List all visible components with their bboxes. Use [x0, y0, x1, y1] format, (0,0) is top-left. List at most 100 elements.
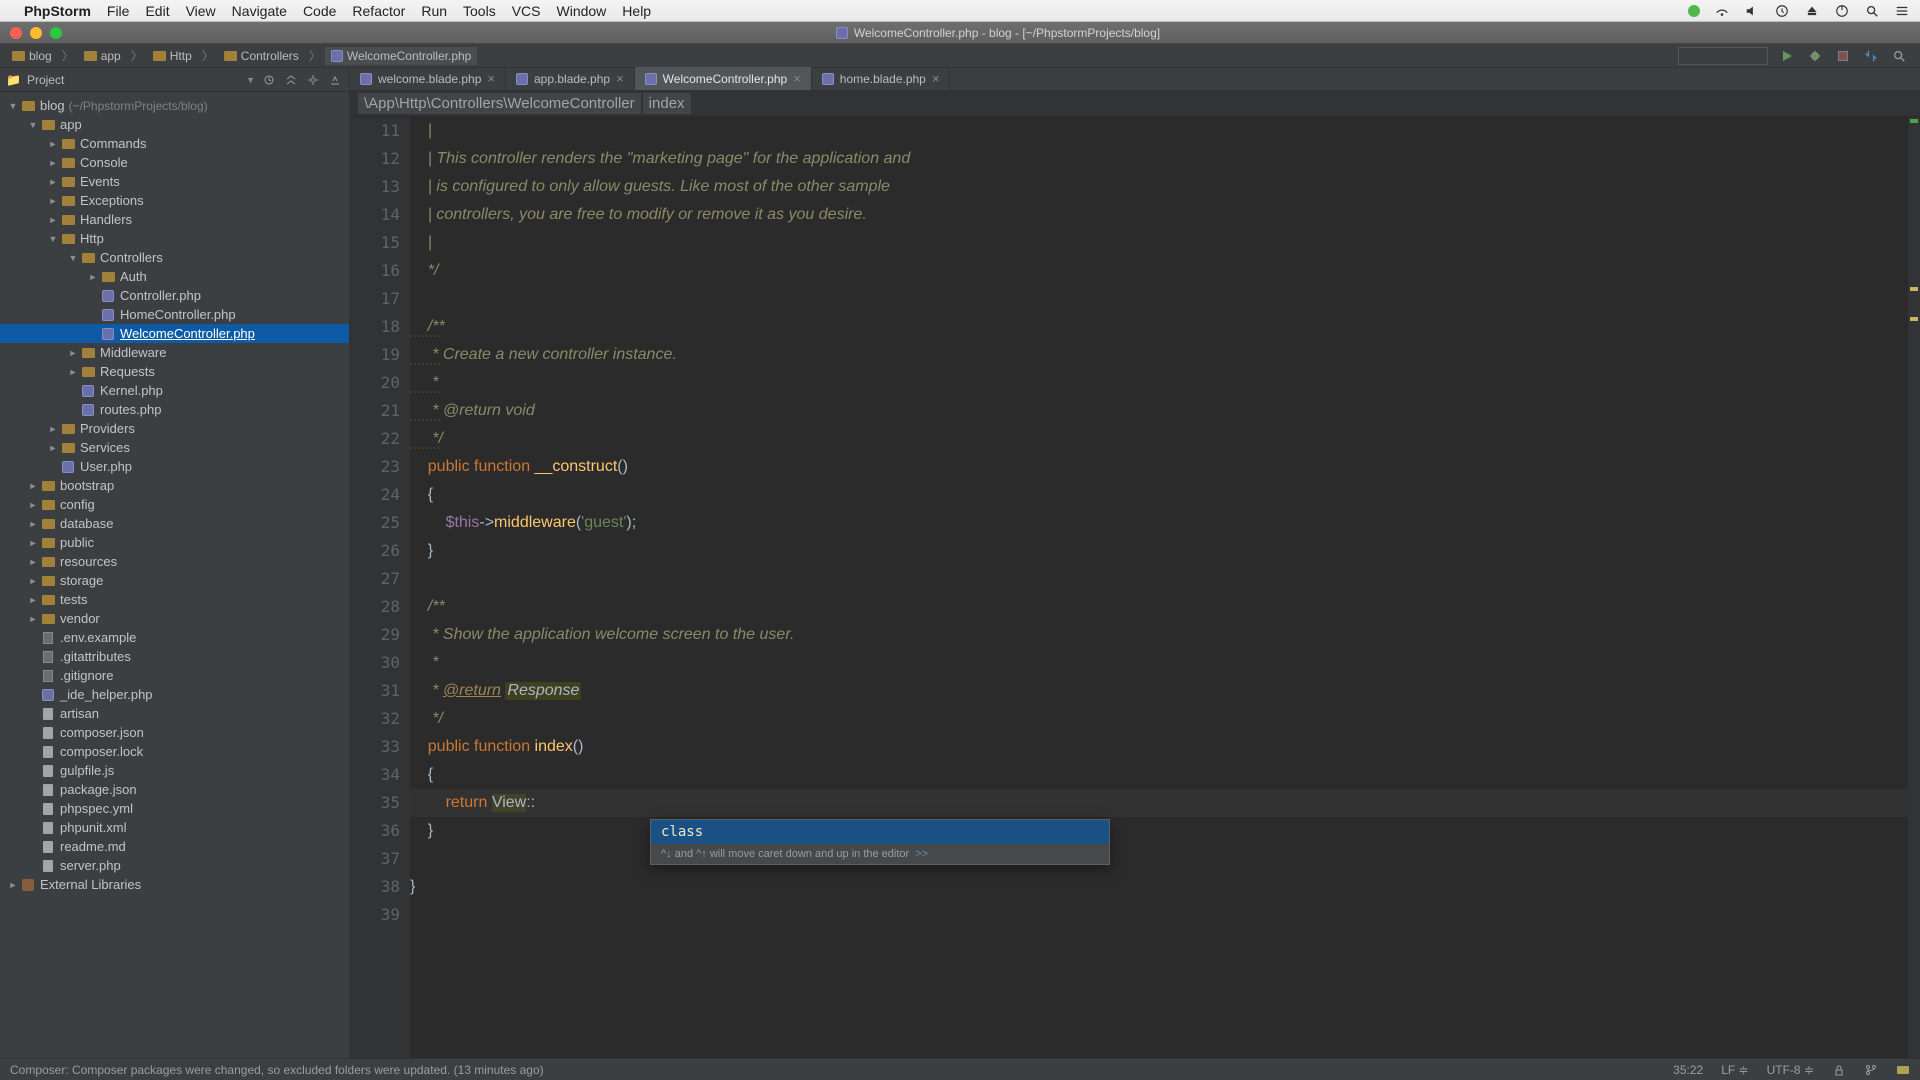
- line-number[interactable]: 36: [350, 817, 410, 845]
- tree-node[interactable]: composer.json: [0, 723, 349, 742]
- editor-tab[interactable]: welcome.blade.php×: [350, 67, 506, 90]
- app-name[interactable]: PhpStorm: [24, 3, 91, 19]
- tree-node[interactable]: .gitignore: [0, 666, 349, 685]
- breadcrumb-app[interactable]: app: [78, 47, 127, 65]
- memory-indicator-icon[interactable]: [1896, 1063, 1910, 1077]
- tree-arrow-icon[interactable]: ►: [28, 576, 38, 586]
- tree-arrow-icon[interactable]: ►: [48, 424, 58, 434]
- tree-node[interactable]: ►Services: [0, 438, 349, 457]
- code-line[interactable]: return View::: [410, 789, 1920, 817]
- line-number[interactable]: 34: [350, 761, 410, 789]
- git-update-icon[interactable]: [1862, 47, 1880, 65]
- code-line[interactable]: }: [410, 873, 1920, 901]
- project-panel[interactable]: 📁 Project ▼ ▼blog(~/PhpstormProjects/blo…: [0, 68, 350, 1058]
- code-line[interactable]: */: [410, 257, 1920, 285]
- tree-node[interactable]: ►Middleware: [0, 343, 349, 362]
- menu-item-file[interactable]: File: [107, 3, 130, 19]
- code-line[interactable]: */: [410, 425, 1920, 453]
- debug-button[interactable]: [1806, 47, 1824, 65]
- code-line[interactable]: *: [410, 649, 1920, 677]
- line-number[interactable]: 15: [350, 229, 410, 257]
- line-number[interactable]: 27: [350, 565, 410, 593]
- tree-node[interactable]: package.json: [0, 780, 349, 799]
- tree-arrow-icon[interactable]: ►: [28, 500, 38, 510]
- code-line[interactable]: | controllers, you are free to modify or…: [410, 201, 1920, 229]
- collapse-all-icon[interactable]: [283, 72, 299, 88]
- code-line[interactable]: /**: [410, 593, 1920, 621]
- hide-panel-icon[interactable]: [327, 72, 343, 88]
- tree-arrow-icon[interactable]: ►: [8, 880, 18, 890]
- code-line[interactable]: $this->middleware('guest');: [410, 509, 1920, 537]
- editor-tab[interactable]: WelcomeController.php×: [635, 67, 812, 90]
- tab-close-icon[interactable]: ×: [487, 71, 495, 86]
- code-line[interactable]: public function __construct(): [410, 453, 1920, 481]
- line-separator[interactable]: LF ≑: [1721, 1063, 1748, 1077]
- line-number[interactable]: 30: [350, 649, 410, 677]
- breadcrumb-http[interactable]: Http: [147, 47, 198, 65]
- volume-icon[interactable]: [1744, 3, 1760, 19]
- menu-item-view[interactable]: View: [186, 3, 216, 19]
- tree-node[interactable]: User.php: [0, 457, 349, 476]
- tree-node[interactable]: ►Events: [0, 172, 349, 191]
- tree-arrow-icon[interactable]: ▼: [8, 101, 18, 111]
- menu-lines-icon[interactable]: [1894, 3, 1910, 19]
- tree-node[interactable]: Controller.php: [0, 286, 349, 305]
- search-icon[interactable]: [1864, 3, 1880, 19]
- line-number[interactable]: 38: [350, 873, 410, 901]
- power-icon[interactable]: [1834, 3, 1850, 19]
- code-breadcrumb[interactable]: \App\Http\Controllers\WelcomeController …: [350, 91, 1920, 117]
- caret-position[interactable]: 35:22: [1673, 1063, 1703, 1077]
- tree-arrow-icon[interactable]: ▼: [68, 253, 78, 263]
- tree-arrow-icon[interactable]: ►: [48, 443, 58, 453]
- code-body[interactable]: | | This controller renders the "marketi…: [410, 117, 1920, 929]
- tree-node[interactable]: ►storage: [0, 571, 349, 590]
- tree-node[interactable]: ►Auth: [0, 267, 349, 286]
- code-line[interactable]: | This controller renders the "marketing…: [410, 145, 1920, 173]
- error-stripe[interactable]: [1908, 117, 1920, 1058]
- line-number[interactable]: 11: [350, 117, 410, 145]
- line-number[interactable]: 26: [350, 537, 410, 565]
- tree-node[interactable]: ►resources: [0, 552, 349, 571]
- code-line[interactable]: [410, 845, 1920, 873]
- search-everywhere-button[interactable]: [1890, 47, 1908, 65]
- menu-item-refactor[interactable]: Refactor: [352, 3, 405, 19]
- menu-item-window[interactable]: Window: [557, 3, 607, 19]
- line-number[interactable]: 18: [350, 313, 410, 341]
- wifi-like-icon[interactable]: [1714, 3, 1730, 19]
- autocomplete-more-link[interactable]: >>: [915, 848, 928, 860]
- tree-node[interactable]: ►bootstrap: [0, 476, 349, 495]
- eject-icon[interactable]: [1804, 3, 1820, 19]
- tree-node[interactable]: ►vendor: [0, 609, 349, 628]
- stop-button[interactable]: [1834, 47, 1852, 65]
- history-icon[interactable]: [1774, 3, 1790, 19]
- tree-arrow-icon[interactable]: ►: [28, 595, 38, 605]
- line-number[interactable]: 14: [350, 201, 410, 229]
- code-line[interactable]: * Create a new controller instance.: [410, 341, 1920, 369]
- tree-node[interactable]: composer.lock: [0, 742, 349, 761]
- scroll-to-source-icon[interactable]: [261, 72, 277, 88]
- line-number[interactable]: 19: [350, 341, 410, 369]
- tree-node[interactable]: ▼app: [0, 115, 349, 134]
- tree-node[interactable]: routes.php: [0, 400, 349, 419]
- tree-arrow-icon[interactable]: ►: [48, 139, 58, 149]
- code-line[interactable]: {: [410, 481, 1920, 509]
- line-number[interactable]: 39: [350, 901, 410, 929]
- editor-viewport[interactable]: 1112131415161718192021222324252627282930…: [350, 117, 1920, 1058]
- tree-node[interactable]: ►Commands: [0, 134, 349, 153]
- code-line[interactable]: public function index(): [410, 733, 1920, 761]
- line-number[interactable]: 12: [350, 145, 410, 173]
- tree-arrow-icon[interactable]: ▼: [48, 234, 58, 244]
- readonly-lock-icon[interactable]: [1832, 1063, 1846, 1077]
- tree-node[interactable]: ►Providers: [0, 419, 349, 438]
- tree-node[interactable]: ►External Libraries: [0, 875, 349, 894]
- menu-item-code[interactable]: Code: [303, 3, 336, 19]
- tree-arrow-icon[interactable]: ►: [48, 177, 58, 187]
- tree-arrow-icon[interactable]: ►: [48, 215, 58, 225]
- tree-node[interactable]: _ide_helper.php: [0, 685, 349, 704]
- code-line[interactable]: [410, 565, 1920, 593]
- line-number[interactable]: 16: [350, 257, 410, 285]
- line-number[interactable]: 33: [350, 733, 410, 761]
- code-line[interactable]: }: [410, 817, 1920, 845]
- menu-item-help[interactable]: Help: [622, 3, 651, 19]
- tree-node[interactable]: phpunit.xml: [0, 818, 349, 837]
